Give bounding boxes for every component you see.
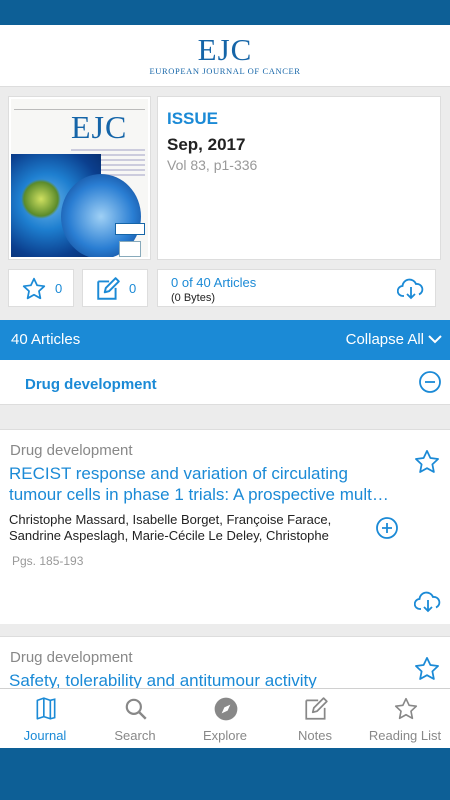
article-authors: Christophe Massard, Isabelle Borget, Fra… [9, 512, 332, 543]
notes-button[interactable]: 0 [82, 269, 148, 307]
cover-image: EJC [11, 99, 148, 257]
issue-cover[interactable]: EJC [8, 96, 151, 260]
section-header[interactable]: Drug development [0, 360, 450, 405]
system-nav-bar [0, 748, 450, 800]
article-title[interactable]: RECIST response and variation of circula… [9, 463, 404, 505]
tab-reading-list[interactable]: Reading List [360, 689, 450, 749]
search-icon [123, 696, 149, 727]
issue-volume: Vol 83, p1-336 [167, 157, 258, 173]
journal-icon [33, 696, 59, 727]
cover-title: EJC [71, 109, 128, 145]
download-size: (0 Bytes) [171, 292, 216, 304]
articles-count: 40 Articles [11, 331, 81, 348]
star-icon[interactable] [413, 448, 441, 481]
star-icon [21, 276, 47, 307]
tab-label: Search [114, 728, 156, 743]
chevron-down-icon[interactable] [427, 332, 443, 351]
issue-info-card: ISSUE Sep, 2017 Vol 83, p1-336 [157, 96, 441, 260]
app-header: EJC EUROPEAN JOURNAL OF CANCER [0, 25, 450, 87]
article-category: Drug development [10, 442, 133, 459]
status-bar [0, 0, 450, 25]
star-icon[interactable] [413, 655, 441, 688]
tab-notes[interactable]: Notes [270, 689, 360, 749]
articles-bar: 40 Articles Collapse All [0, 320, 450, 360]
collapse-all-button[interactable]: Collapse All [346, 331, 424, 348]
note-icon [303, 696, 329, 727]
collapse-section-icon[interactable] [418, 370, 442, 399]
tab-label: Journal [23, 728, 67, 743]
tab-label: Reading List [368, 728, 442, 743]
issue-date: Sep, 2017 [167, 135, 246, 154]
edit-note-icon [95, 276, 121, 307]
notes-count: 0 [129, 281, 137, 296]
journal-logo: EJC [197, 32, 253, 67]
add-to-list-icon[interactable] [375, 516, 399, 545]
article-pages: Pgs. 185-193 [12, 554, 84, 568]
article-card[interactable]: Drug development Safety, tolerability an… [0, 636, 450, 696]
cloud-download-icon [396, 277, 425, 306]
download-count: 0 of 40 Articles [171, 275, 257, 290]
issue-label: ISSUE [167, 109, 219, 128]
tab-label: Notes [298, 728, 332, 743]
tab-label: Explore [202, 728, 248, 743]
star-icon [393, 696, 419, 727]
tab-explore[interactable]: Explore [180, 689, 270, 749]
cloud-download-icon[interactable] [413, 590, 442, 619]
journal-logo-subtitle: EUROPEAN JOURNAL OF CANCER [149, 66, 301, 76]
favorites-button[interactable]: 0 [8, 269, 74, 307]
section-title: Drug development [25, 376, 157, 393]
tab-search[interactable]: Search [90, 689, 180, 749]
article-card[interactable]: Drug development RECIST response and var… [0, 429, 450, 624]
download-issue-button[interactable]: 0 of 40 Articles (0 Bytes) [157, 269, 436, 307]
bottom-tab-bar: Journal Search Explore Notes Reading Lis… [0, 688, 450, 748]
favorites-count: 0 [55, 281, 63, 296]
article-category: Drug development [10, 649, 133, 666]
compass-icon [213, 696, 239, 727]
tab-journal[interactable]: Journal [0, 689, 90, 749]
